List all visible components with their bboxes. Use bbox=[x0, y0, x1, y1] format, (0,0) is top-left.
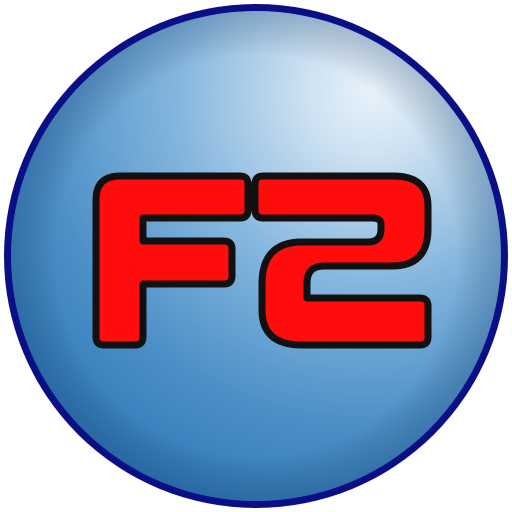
sphere-edge-shade bbox=[11, 11, 501, 501]
app-icon: F2 bbox=[0, 0, 512, 512]
numeral-2-glyph bbox=[251, 172, 432, 349]
f2-logo-icon bbox=[4, 4, 508, 508]
